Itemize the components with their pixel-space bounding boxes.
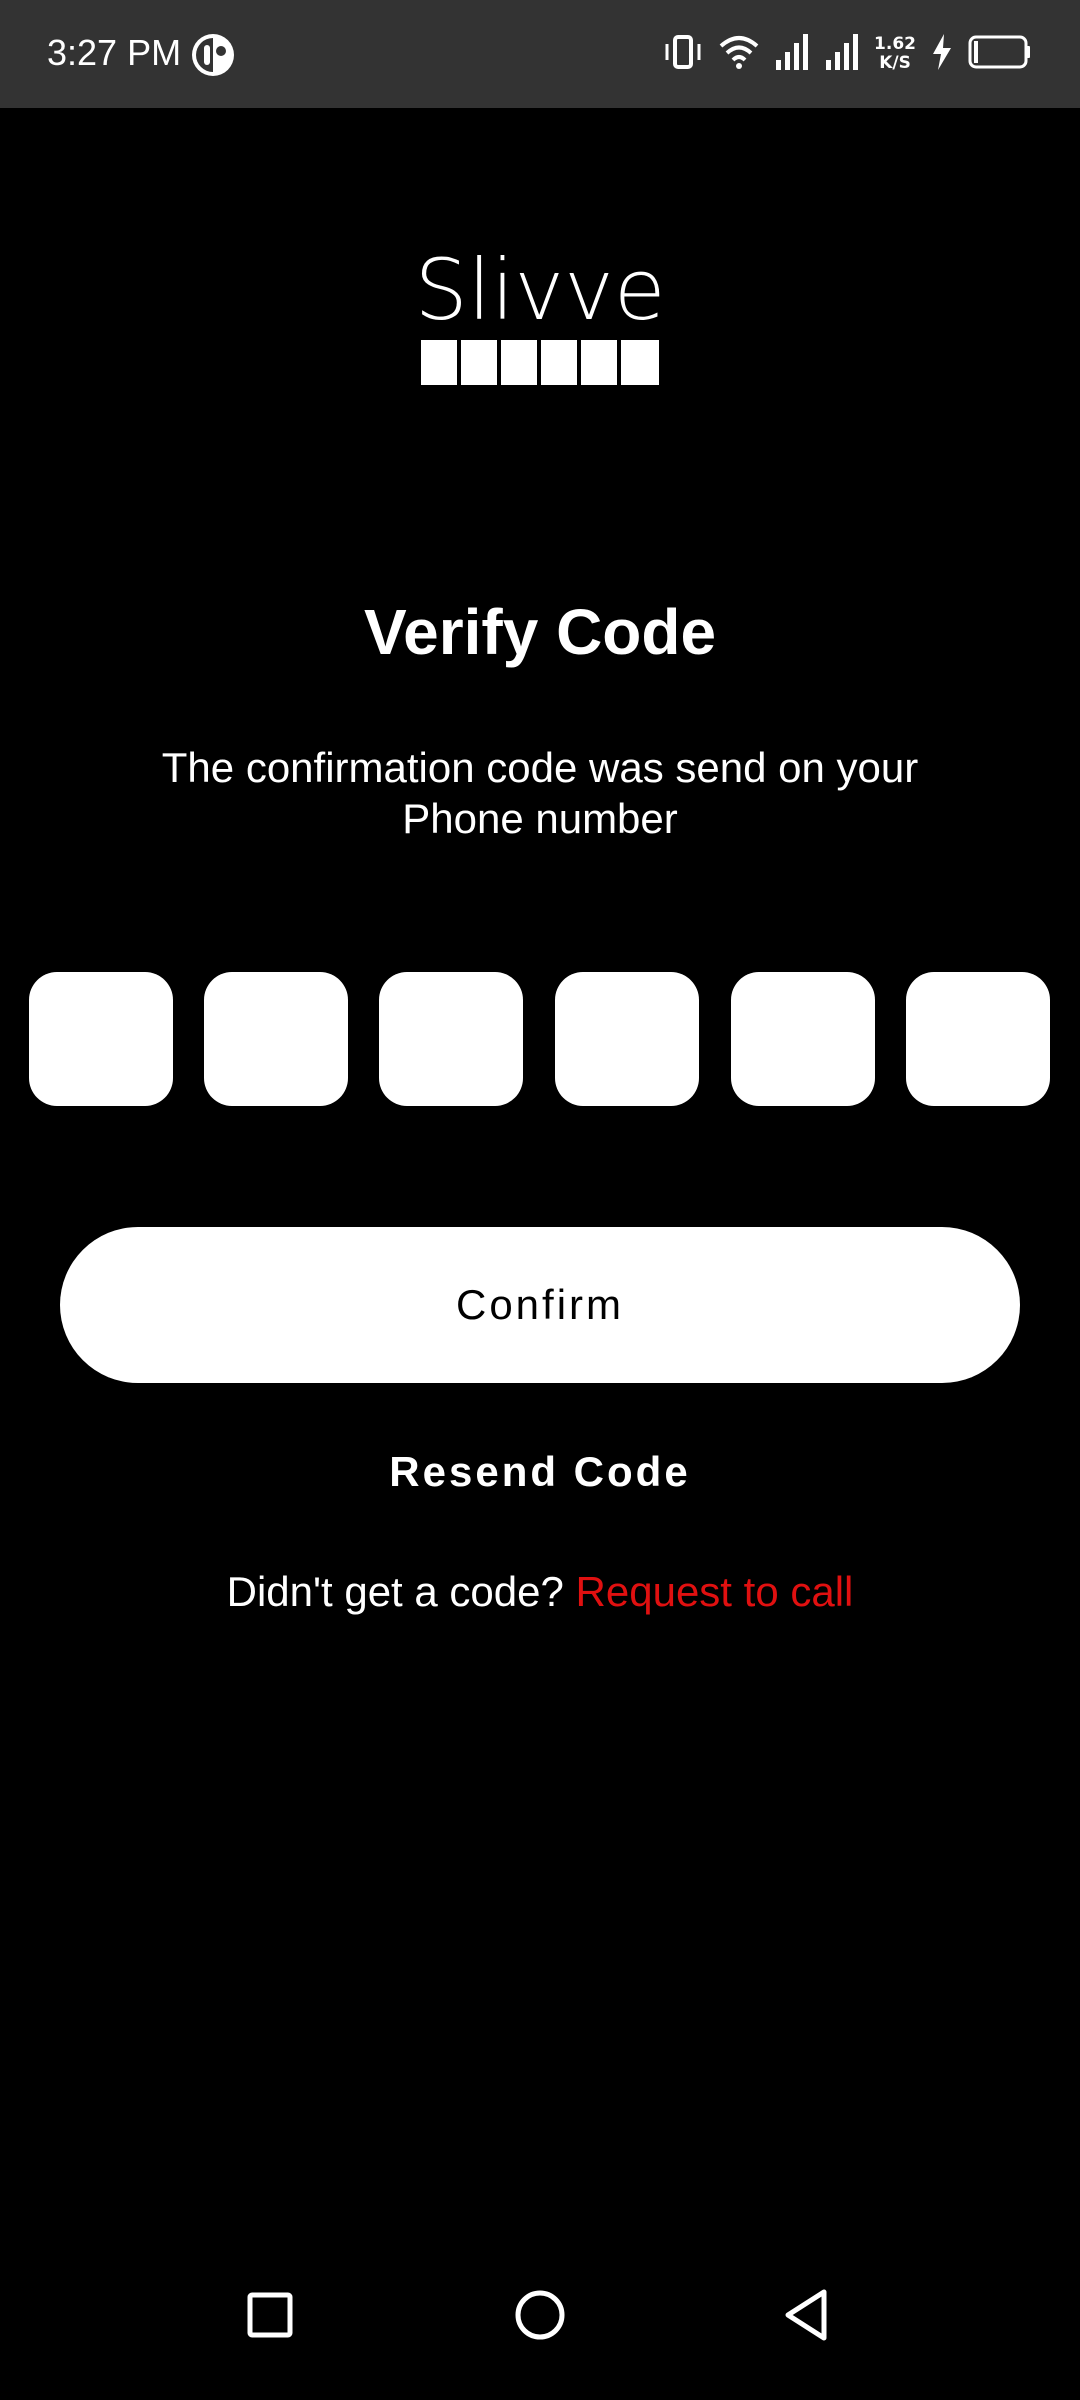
page-subtitle: The confirmation code was send on your P… <box>161 744 919 842</box>
signal-icon <box>774 32 810 77</box>
request-call-line: Didn't get a code? Request to call <box>0 1568 1080 1616</box>
network-speed: 1.62 K/S <box>874 35 916 73</box>
code-digit-input-2[interactable] <box>204 972 348 1106</box>
back-triangle-icon[interactable] <box>762 2270 852 2360</box>
code-digit-input-6[interactable] <box>906 972 1050 1106</box>
wifi-icon <box>718 32 760 77</box>
code-digit-input-3[interactable] <box>379 972 523 1106</box>
vibrate-icon <box>662 32 704 77</box>
request-call-link[interactable]: Request to call <box>576 1568 854 1615</box>
recents-square-icon[interactable] <box>225 2270 315 2360</box>
code-digit-input-5[interactable] <box>731 972 875 1106</box>
confirm-button-label: Confirm <box>455 1281 625 1328</box>
logo-wordmark: Slivve <box>414 244 665 339</box>
no-code-prompt: Didn't get a code? <box>226 1568 564 1615</box>
verification-code-inputs <box>29 972 1051 1106</box>
signal-icon <box>824 32 860 77</box>
app-logo: Slivve <box>410 241 670 394</box>
battery-icon <box>968 34 1032 75</box>
app-notification-icon <box>190 32 236 78</box>
status-time: 3:27 PM <box>47 32 182 73</box>
charging-icon <box>930 32 954 77</box>
system-nav-bar <box>0 2270 1080 2380</box>
status-icons: 1.62 K/S <box>662 30 1032 78</box>
code-digit-input-4[interactable] <box>555 972 699 1106</box>
network-speed-unit: K/S <box>879 53 911 73</box>
home-circle-icon[interactable] <box>495 2270 585 2360</box>
resend-code-link[interactable]: Resend Code <box>0 1448 1080 1496</box>
confirm-button[interactable]: Confirm <box>60 1227 1020 1383</box>
page-title: Verify Code <box>363 596 717 668</box>
network-speed-value: 1.62 <box>874 34 916 54</box>
code-digit-input-1[interactable] <box>29 972 173 1106</box>
status-bar: 3:27 PM 1.62 K/S <box>0 0 1080 108</box>
